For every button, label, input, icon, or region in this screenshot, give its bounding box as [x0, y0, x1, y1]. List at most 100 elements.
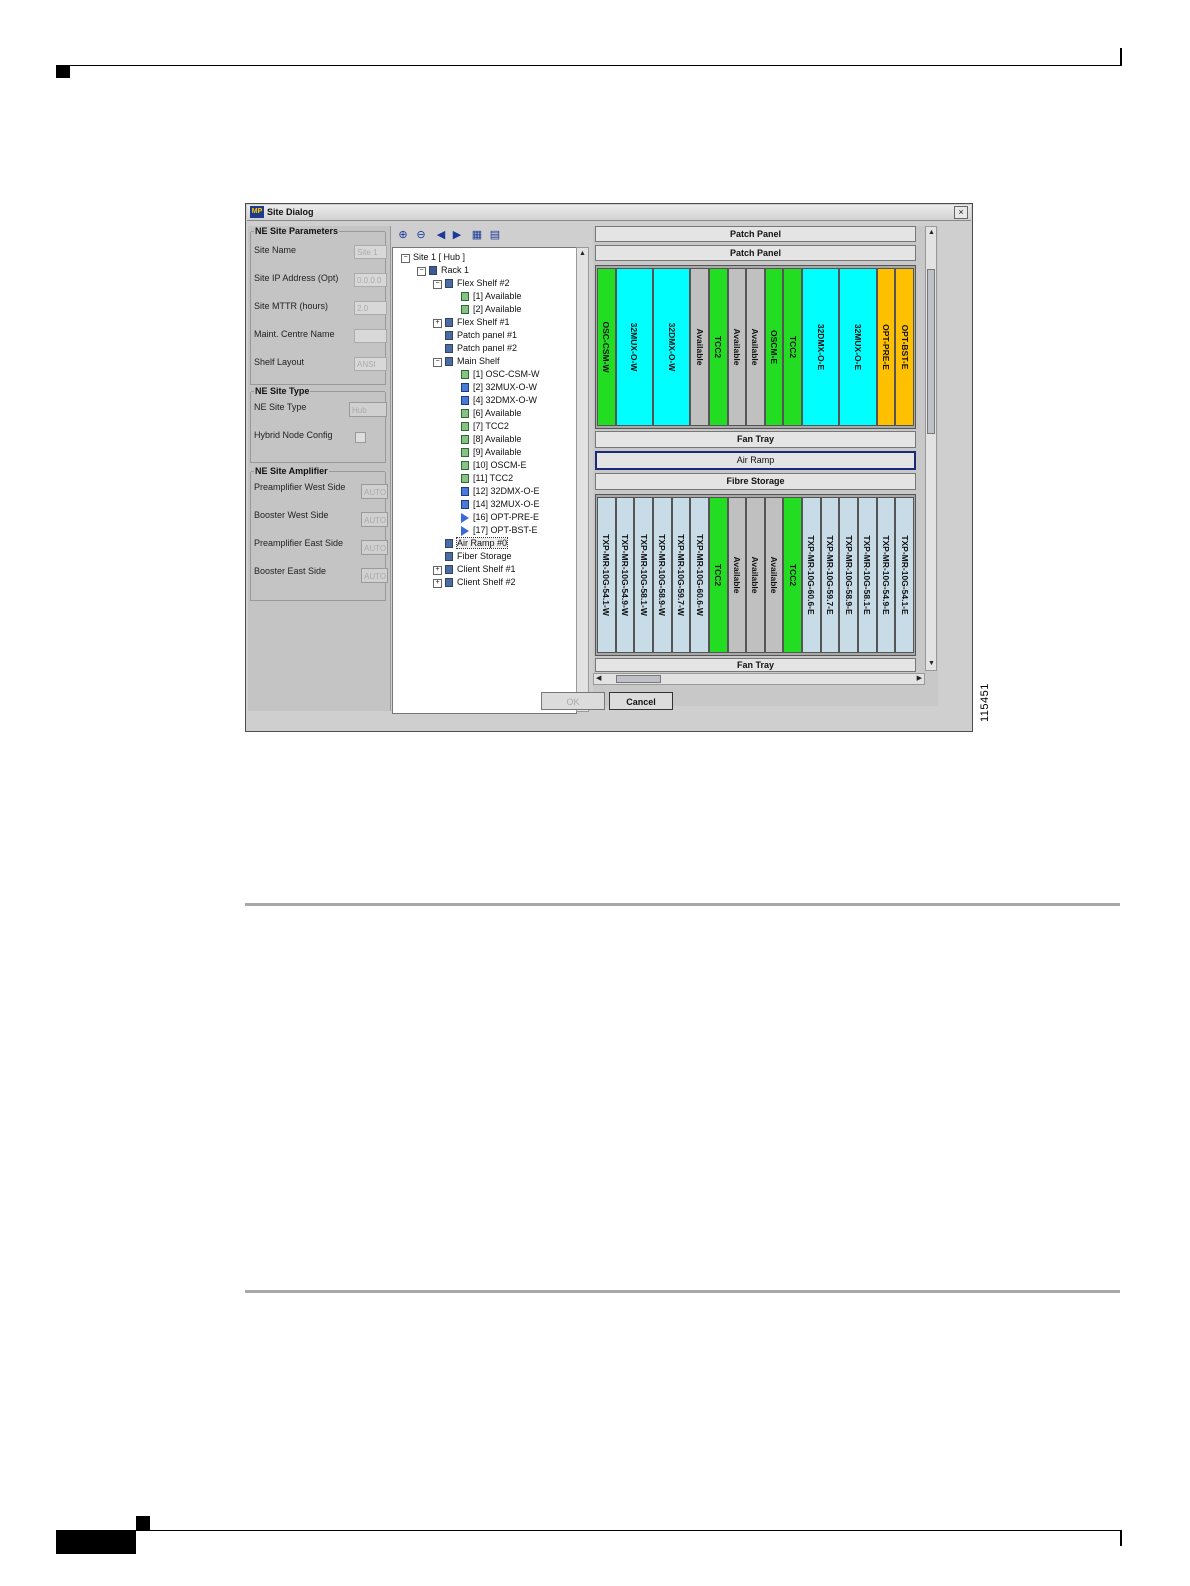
tree-node[interactable]: − Rack 1: [417, 264, 469, 277]
tree-node[interactable]: − Main Shelf: [433, 355, 500, 368]
shelf-slot[interactable]: TXP-MR-10G-60.6-W: [690, 497, 709, 653]
tree-node[interactable]: [7] TCC2: [461, 420, 509, 433]
zoom-in-icon[interactable]: ⊕: [396, 228, 410, 242]
shelf-slot[interactable]: TXP-MR-10G-58.9-E: [839, 497, 859, 653]
shelf-slot[interactable]: 32DMX-O-W: [652, 268, 691, 426]
shelf-slot[interactable]: Available: [727, 268, 747, 426]
collapse-icon[interactable]: −: [401, 254, 410, 263]
shelf-slot[interactable]: Available: [746, 497, 765, 653]
tree-node[interactable]: [8] Available: [461, 433, 521, 446]
shelf-slot[interactable]: Available: [764, 497, 784, 653]
tree-node[interactable]: [16] OPT-PRE-E: [461, 511, 539, 524]
shelf-slot[interactable]: TXP-MR-10G-58.9-W: [652, 497, 672, 653]
forward-arrow-icon[interactable]: ▶: [450, 228, 464, 242]
tree-node[interactable]: [14] 32MUX-O-E: [461, 498, 540, 511]
tree-node[interactable]: [10] OSCM-E: [461, 459, 527, 472]
shelf-slot[interactable]: OPT-BST-E: [895, 268, 914, 426]
shelf-slot[interactable]: TCC2: [783, 497, 803, 653]
air-ramp[interactable]: Air Ramp: [595, 451, 916, 470]
shelf-slot[interactable]: OSCM-E: [764, 268, 784, 426]
tree-scrollbar[interactable]: ▲ ▼: [576, 247, 589, 712]
tree-node[interactable]: [9] Available: [461, 446, 521, 459]
tree-node[interactable]: + Flex Shelf #1: [433, 316, 510, 329]
shelf-slot[interactable]: TXP-MR-10G-59.7-W: [671, 497, 691, 653]
shelf-slot[interactable]: TCC2: [783, 268, 803, 426]
tree-node[interactable]: + Client Shelf #1: [433, 563, 516, 576]
tree-node[interactable]: [12] 32DMX-O-E: [461, 485, 540, 498]
chart-icon[interactable]: ▤: [488, 228, 502, 242]
pre-west-select[interactable]: AUTO: [361, 484, 388, 499]
scroll-thumb[interactable]: [927, 269, 935, 434]
shelf-slot[interactable]: Available: [690, 268, 709, 426]
shelf-slot[interactable]: TXP-MR-10G-54.9-W: [615, 497, 635, 653]
collapse-icon[interactable]: −: [417, 267, 426, 276]
shelf-slot[interactable]: TXP-MR-10G-58.1-W: [634, 497, 653, 653]
shelf-slot[interactable]: Available: [746, 268, 765, 426]
shelf-slot[interactable]: TXP-MR-10G-54.1-W: [597, 497, 616, 653]
fibre-storage[interactable]: Fibre Storage: [595, 473, 916, 490]
zoom-out-icon[interactable]: ⊖: [414, 228, 428, 242]
expand-icon[interactable]: +: [433, 566, 442, 575]
expand-icon[interactable]: +: [433, 319, 442, 328]
tree-node[interactable]: [11] TCC2: [461, 472, 513, 485]
fan-tray-1[interactable]: Fan Tray: [595, 431, 916, 448]
shelf-slot[interactable]: TXP-MR-10G-54.9-E: [876, 497, 896, 653]
scroll-down-icon[interactable]: ▼: [928, 660, 935, 668]
tree-node[interactable]: − Flex Shelf #2: [433, 277, 510, 290]
ok-button[interactable]: OK: [541, 692, 605, 710]
tree-node[interactable]: Patch panel #1: [445, 329, 517, 342]
shelf-slot[interactable]: Available: [727, 497, 747, 653]
fan-tray-2[interactable]: Fan Tray: [595, 658, 916, 672]
table-icon[interactable]: ▦: [470, 228, 484, 242]
tree-node[interactable]: [2] 32MUX-O-W: [461, 381, 537, 394]
patch-panel-2[interactable]: Patch Panel: [595, 245, 916, 261]
shelf-slot[interactable]: OPT-PRE-E: [876, 268, 896, 426]
pre-east-select[interactable]: AUTO: [361, 540, 388, 555]
shelf-slot[interactable]: 32MUX-O-W: [615, 268, 653, 426]
shelf-slot[interactable]: OSC-CSM-W: [597, 268, 616, 426]
tree-node[interactable]: Fiber Storage: [445, 550, 512, 563]
shelf-slot[interactable]: 32DMX-O-E: [802, 268, 840, 426]
hybrid-node-checkbox[interactable]: [355, 432, 366, 443]
tree-node[interactable]: [6] Available: [461, 407, 521, 420]
tree-node[interactable]: [1] OSC-CSM-W: [461, 368, 540, 381]
tree-node[interactable]: Patch panel #2: [445, 342, 517, 355]
expand-icon[interactable]: +: [433, 579, 442, 588]
rack-vertical-scrollbar[interactable]: ▲ ▼: [925, 226, 937, 671]
site-tree[interactable]: − Site 1 [ Hub ] − Rack 1− Flex Shelf #2 [1] …: [392, 247, 577, 714]
patch-panel-1[interactable]: Patch Panel: [595, 226, 916, 242]
scroll-up-icon[interactable]: ▲: [928, 229, 935, 237]
boost-east-select[interactable]: AUTO: [361, 568, 388, 583]
collapse-icon[interactable]: −: [433, 358, 442, 367]
collapse-icon[interactable]: −: [433, 280, 442, 289]
tree-node[interactable]: [2] Available: [461, 303, 521, 316]
site-name-field[interactable]: Site 1: [354, 245, 387, 259]
tree-node[interactable]: − Site 1 [ Hub ]: [401, 251, 465, 264]
tree-node[interactable]: [4] 32DMX-O-W: [461, 394, 537, 407]
close-button[interactable]: ×: [954, 206, 968, 219]
maint-centre-field[interactable]: [354, 329, 387, 343]
scroll-right-icon[interactable]: ▶: [917, 675, 922, 683]
site-mttr-field[interactable]: 2.0: [354, 301, 387, 315]
cancel-button[interactable]: Cancel: [609, 692, 673, 710]
shelf-slot[interactable]: TCC2: [708, 268, 728, 426]
shelf-slot[interactable]: TXP-MR-10G-60.6-E: [802, 497, 821, 653]
site-ip-field[interactable]: 0.0.0.0: [354, 273, 387, 287]
shelf-slot[interactable]: 32MUX-O-E: [839, 268, 877, 426]
site-type-select[interactable]: Hub: [349, 402, 387, 417]
tree-node[interactable]: [17] OPT-BST-E: [461, 524, 538, 537]
shelf-slot[interactable]: TCC2: [708, 497, 728, 653]
scroll-up-icon[interactable]: ▲: [579, 250, 586, 258]
tree-node[interactable]: [1] Available: [461, 290, 521, 303]
tree-node[interactable]: + Client Shelf #2: [433, 576, 516, 589]
back-arrow-icon[interactable]: ◀: [434, 228, 448, 242]
shelf-layout-select[interactable]: ANSI: [354, 357, 387, 371]
rack-horizontal-scrollbar[interactable]: ◀ ▶: [593, 673, 925, 685]
scroll-thumb[interactable]: [616, 675, 661, 683]
tree-node[interactable]: Air Ramp #0: [445, 537, 509, 550]
shelf-slot[interactable]: TXP-MR-10G-59.7-E: [820, 497, 840, 653]
boost-west-select[interactable]: AUTO: [361, 512, 388, 527]
shelf-slot[interactable]: TXP-MR-10G-58.1-E: [858, 497, 877, 653]
scroll-left-icon[interactable]: ◀: [596, 675, 601, 683]
shelf-slot[interactable]: TXP-MR-10G-54.1-E: [895, 497, 914, 653]
